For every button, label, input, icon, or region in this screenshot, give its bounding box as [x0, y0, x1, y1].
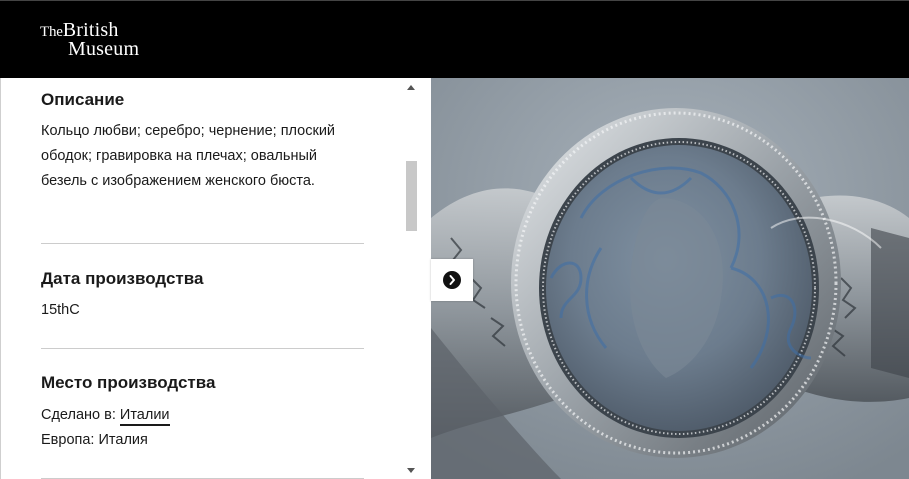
site-header: TheBritish Museum: [0, 0, 909, 78]
production-date-heading: Дата производства: [41, 269, 204, 288]
section-divider: [41, 348, 364, 349]
section-divider: [41, 243, 364, 244]
scroll-up-arrow-icon[interactable]: [407, 85, 415, 90]
object-image[interactable]: [431, 78, 909, 479]
made-in-label: Сделано в:: [41, 407, 116, 423]
ring-photo: [431, 78, 909, 479]
region-line: Европа: Италия: [41, 432, 148, 448]
made-in-line: Сделано в: Италии: [41, 403, 364, 428]
logo-museum: Museum: [68, 38, 140, 60]
description-heading: Описание: [41, 90, 125, 109]
production-place-body: Сделано в: Италии Европа: Италия: [41, 403, 364, 453]
production-place-heading: Место производства: [41, 373, 216, 392]
production-date-value: 15thC: [41, 302, 80, 318]
next-image-button[interactable]: [431, 259, 473, 301]
details-scrollbar[interactable]: [403, 78, 420, 479]
description-text: Кольцо любви; серебро; чернение; плоский…: [41, 123, 336, 189]
british-museum-logo[interactable]: TheBritish Museum: [40, 20, 139, 59]
scroll-down-arrow-icon[interactable]: [407, 468, 415, 473]
object-details-panel: Описание Кольцо любви; серебро; чернение…: [0, 78, 401, 479]
place-link-italy[interactable]: Италии: [119, 407, 170, 426]
logo-the: The: [40, 24, 63, 40]
scrollbar-thumb[interactable]: [406, 161, 417, 231]
chevron-right-circle-icon: [443, 271, 461, 289]
page-window: TheBritish Museum Описание Кольцо любви;…: [0, 0, 909, 479]
